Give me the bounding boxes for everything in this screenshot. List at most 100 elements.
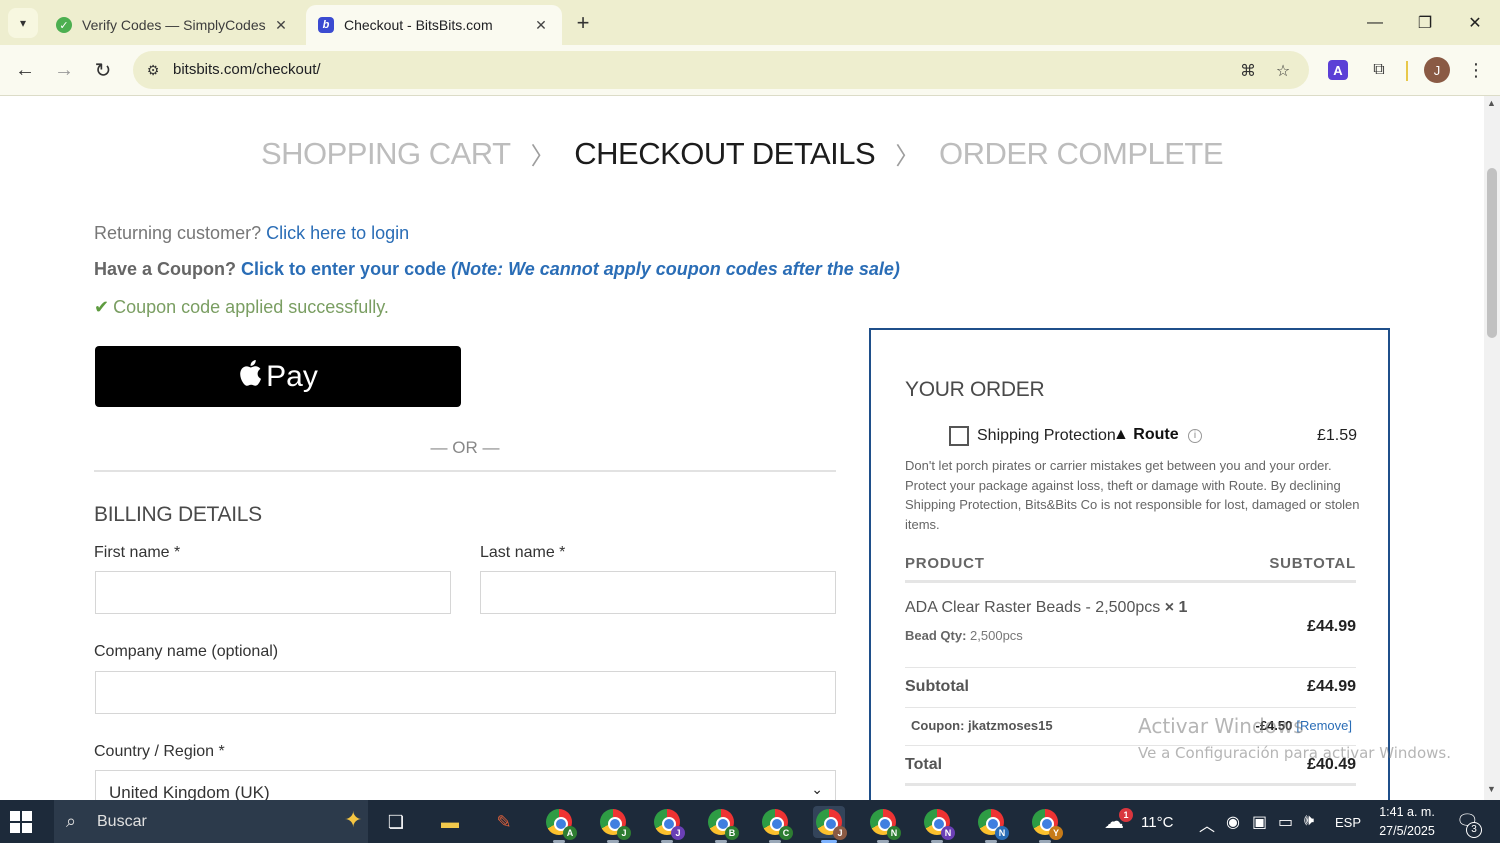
your-order-heading: YOUR ORDER [905,378,1045,401]
task-view-icon[interactable]: ❏ [380,806,412,838]
page-scrollbar[interactable]: ▲ ▼ [1484,96,1500,800]
chrome-profile-badge: Y [1049,826,1063,840]
enter-coupon-link[interactable]: Click to enter your code [241,259,446,279]
chrome-profile-n-icon[interactable]: N [975,806,1009,843]
company-name-label: Company name (optional) [94,643,279,660]
language-indicator[interactable]: ESP [1335,815,1361,830]
toolbar-divider [1406,61,1408,81]
step-checkout-details: CHECKOUT DETAILS [574,135,876,171]
chevron-up-icon[interactable]: ︿ [1199,812,1215,836]
coupon-success-message: ✔ Coupon code applied successfully. [94,297,389,318]
weather-alert-badge: 1 [1119,808,1133,822]
meet-now-icon[interactable]: ▣ [1252,812,1267,832]
restore-icon: ❐ [1417,14,1433,32]
chrome-profile-j-icon[interactable]: J [651,806,685,843]
record-icon[interactable]: ◉ [1226,812,1240,832]
windows-taskbar: ⌕ Buscar ✦ ❏ ▬ ✎ A J J B C J N N N Y ☁ 1… [0,800,1500,843]
shipping-protection-label: Shipping Protection [977,427,1116,444]
first-name-input[interactable] [95,571,451,614]
site-info-icon[interactable]: ⚙ [143,60,163,80]
plus-icon: + [576,10,590,35]
chrome-profile-y-icon[interactable]: Y [1029,806,1063,843]
chrome-profile-n-icon[interactable]: N [867,806,901,843]
chrome-profile-badge: J [617,826,631,840]
url-text[interactable]: bitsbits.com/checkout/ [173,61,321,78]
address-bar[interactable]: ⚙ bitsbits.com/checkout/ ⌘ ☆ [133,51,1309,89]
tab-title: Verify Codes — SimplyCodes [82,17,266,33]
minimize-button[interactable]: — [1350,0,1400,45]
menu-kebab-icon[interactable]: ⋮ [1463,57,1489,83]
first-name-label: First name * [94,544,180,562]
copilot-sparkle-icon: ✦ [344,807,363,832]
weather-temperature[interactable]: 11°C [1141,814,1173,831]
step-shopping-cart[interactable]: SHOPPING CART [261,136,511,172]
scrollbar-thumb[interactable] [1487,168,1497,338]
route-logo: ▲ Route [1113,426,1179,444]
reload-icon: ↻ [94,59,112,82]
profile-avatar[interactable]: J [1424,57,1450,83]
subtotal-label: Subtotal [905,678,969,695]
tab-simplycodes[interactable]: ✓ Verify Codes — SimplyCodes ✕ [44,5,302,45]
first-name-label-text: First name [94,544,170,561]
order-item-row: ADA Clear Raster Beads - 2,500pcs × 1 Be… [905,596,1356,668]
tab-bitsbits[interactable]: b Checkout - BitsBits.com ✕ [306,5,562,45]
simplycodes-icon: ✓ [56,17,72,33]
tab-search-button[interactable]: ▾ [8,8,38,38]
network-icon[interactable]: ▭ [1278,812,1293,832]
chrome-profile-c-icon[interactable]: C [759,806,793,843]
scroll-down-icon[interactable]: ▼ [1487,784,1496,794]
forward-button[interactable]: → [48,54,80,86]
system-clock[interactable]: 1:41 a. m. 27/5/2025 [1374,803,1440,841]
divider [94,470,836,472]
minimize-icon: — [1367,13,1383,31]
close-icon[interactable]: ✕ [272,16,290,34]
watermark-line-1: Activar Windows [1138,714,1304,738]
restore-button[interactable]: ❐ [1400,0,1450,45]
volume-icon[interactable]: 🕪 [1304,812,1314,830]
chrome-profile-n-icon[interactable]: N [921,806,955,843]
close-window-button[interactable]: ✕ [1450,0,1500,45]
translate-icon[interactable]: ⌘ [1237,60,1259,82]
login-link[interactable]: Click here to login [266,223,409,243]
shipping-protection-checkbox[interactable] [949,426,969,446]
product-variation: Bead Qty: 2,500pcs [905,628,1023,643]
reload-button[interactable]: ↻ [87,54,119,86]
chrome-profile-badge: C [779,826,793,840]
last-name-label-text: Last name [480,544,555,561]
taskbar-search[interactable]: ⌕ Buscar ✦ [54,800,368,843]
apple-pay-button[interactable]: Pay [95,346,461,407]
extensions-puzzle-icon[interactable]: ⧉ [1366,57,1392,83]
bookmark-star-icon[interactable]: ☆ [1272,60,1294,82]
scroll-up-icon[interactable]: ▲ [1487,98,1496,108]
chrome-profile-badge: J [671,826,685,840]
country-select-value: United Kingdom (UK) [109,783,270,800]
close-icon[interactable]: ✕ [532,16,550,34]
paint-app-icon[interactable]: ✎ [488,806,520,838]
windows-start-icon[interactable] [10,811,32,833]
chrome-profile-a-icon[interactable]: A [543,806,577,843]
checkout-steps: SHOPPING CART 〉 CHECKOUT DETAILS 〉 ORDER… [0,134,1484,172]
file-explorer-icon[interactable]: ▬ [434,806,466,838]
chrome-profile-badge: J [833,826,847,840]
chrome-profile-j-icon[interactable]: J [597,806,631,843]
tab-title: Checkout - BitsBits.com [344,17,493,33]
coupon-prompt-text: Have a Coupon? [94,259,237,279]
chrome-profile-j-icon[interactable]: J [813,806,847,843]
new-tab-button[interactable]: + [568,8,598,38]
chrome-profile-badge: N [995,826,1009,840]
subtotal-row: Subtotal £44.99 [905,668,1356,708]
watermark-line-2: Ve a Configuración para activar Windows. [1138,744,1451,762]
shipping-protection-description: Don't let porch pirates or carrier mista… [905,458,1360,532]
chrome-profile-b-icon[interactable]: B [705,806,739,843]
returning-customer-notice: Returning customer? Click here to login [94,223,409,244]
last-name-input[interactable] [480,571,836,614]
extension-a-icon[interactable]: A [1328,60,1348,80]
info-icon[interactable]: i [1188,429,1202,443]
chrome-profile-badge: N [941,826,955,840]
clock-time: 1:41 a. m. [1379,805,1435,819]
search-icon: ⌕ [66,811,77,831]
country-select[interactable]: United Kingdom (UK) ⌄ [95,770,836,800]
company-name-input[interactable] [95,671,836,714]
product-name: ADA Clear Raster Beads - 2,500pcs × 1 [905,599,1187,617]
back-button[interactable]: ← [9,54,41,86]
